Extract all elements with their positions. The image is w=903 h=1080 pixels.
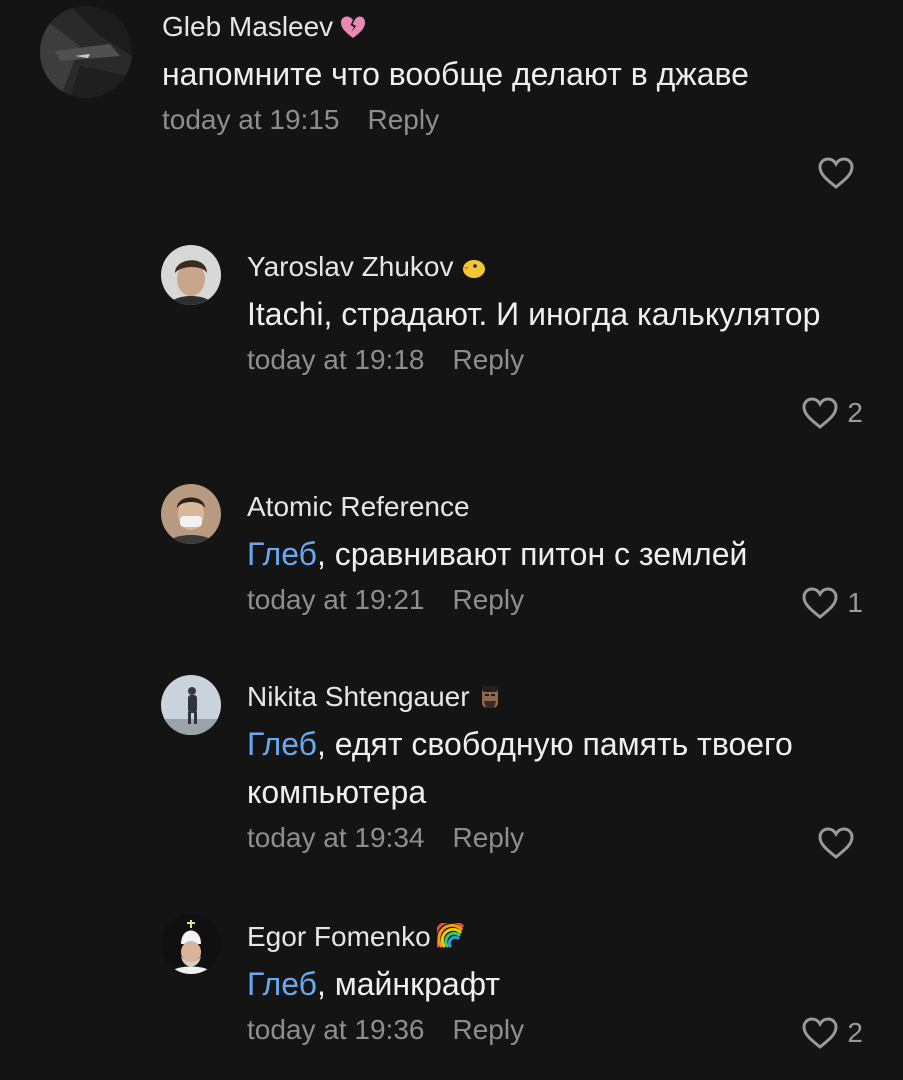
heart-icon — [802, 587, 838, 619]
like-count: 1 — [847, 587, 863, 618]
comment-text: , сравнивают питон с землей — [316, 536, 748, 572]
timestamp: today at 19:18 — [247, 344, 425, 375]
reply-button[interactable]: Reply — [452, 1014, 524, 1045]
like-button[interactable]: 2 — [801, 396, 863, 430]
reply-button[interactable]: Reply — [367, 104, 439, 135]
avatar[interactable] — [161, 484, 221, 544]
timestamp: today at 19:36 — [247, 1014, 425, 1045]
author-name[interactable]: Yaroslav Zhukov — [247, 250, 453, 284]
like-count: 2 — [847, 1017, 863, 1048]
author-name[interactable]: Atomic Reference — [247, 490, 470, 524]
author-name[interactable]: Egor Fomenko — [247, 920, 431, 954]
mention-link[interactable]: Глеб — [247, 966, 317, 1002]
like-button[interactable]: 1 — [801, 586, 863, 620]
like-button[interactable] — [817, 156, 863, 190]
author-name[interactable]: Nikita Shtengauer — [247, 680, 470, 714]
timestamp: today at 19:15 — [162, 104, 340, 135]
comment-text: Itachi, страдают. И иногда калькулятор — [247, 296, 821, 332]
like-button[interactable] — [817, 826, 863, 860]
comment-text: напомните что вообще делают в джаве — [162, 56, 749, 92]
avatar[interactable] — [161, 245, 221, 305]
timestamp: today at 19:21 — [247, 584, 425, 615]
reply-button[interactable]: Reply — [452, 822, 524, 853]
chick-icon — [459, 253, 487, 281]
avatar[interactable] — [161, 914, 221, 974]
timestamp: today at 19:34 — [247, 822, 425, 853]
broken-heart-icon — [339, 13, 367, 41]
like-button[interactable]: 2 — [801, 1016, 863, 1050]
heart-icon — [802, 397, 838, 429]
avatar[interactable] — [40, 6, 132, 98]
reply-button[interactable]: Reply — [452, 344, 524, 375]
heart-icon — [802, 1017, 838, 1049]
mention-link[interactable]: Глеб — [247, 726, 317, 762]
like-count: 2 — [847, 397, 863, 428]
moai-face-icon — [476, 683, 504, 711]
heart-icon — [818, 157, 854, 189]
comment-text: , едят свободную память твоего компьютер… — [247, 726, 793, 810]
mention-link[interactable]: Глеб — [247, 536, 317, 572]
rainbow-icon — [436, 923, 465, 951]
heart-icon — [818, 827, 854, 859]
author-name[interactable]: Gleb Masleev — [162, 10, 333, 44]
avatar[interactable] — [161, 675, 221, 735]
reply-button[interactable]: Reply — [452, 584, 524, 615]
comment-text: , майнкрафт — [316, 966, 500, 1002]
